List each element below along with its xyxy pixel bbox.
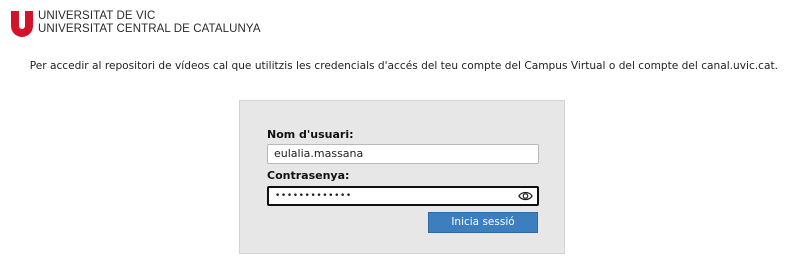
password-field[interactable]: ••••••••••••• — [267, 186, 539, 206]
university-name-line1: UNIVERSITAT DE VIC — [38, 10, 156, 22]
university-logo: UNIVERSITAT DE VIC UNIVERSITAT CENTRAL D… — [11, 10, 261, 37]
intro-text: Per accedir al repositori de vídeos cal … — [29, 60, 778, 72]
university-name-line2: UNIVERSITAT CENTRAL DE CATALUNYA — [38, 22, 261, 35]
login-panel: Nom d'usuari: eulalia.massana Contraseny… — [239, 100, 565, 254]
password-mask: ••••••••••••• — [275, 191, 352, 201]
login-button[interactable]: Inicia sessió — [428, 212, 538, 233]
username-value: eulalia.massana — [274, 147, 364, 160]
password-label: Contrasenya: — [267, 169, 350, 182]
eye-icon[interactable] — [518, 190, 533, 202]
username-field[interactable]: eulalia.massana — [267, 144, 539, 164]
uvic-u-logo-icon — [11, 11, 33, 37]
username-label: Nom d'usuari: — [267, 128, 354, 141]
university-name: UNIVERSITAT DE VIC UNIVERSITAT CENTRAL D… — [38, 10, 261, 35]
